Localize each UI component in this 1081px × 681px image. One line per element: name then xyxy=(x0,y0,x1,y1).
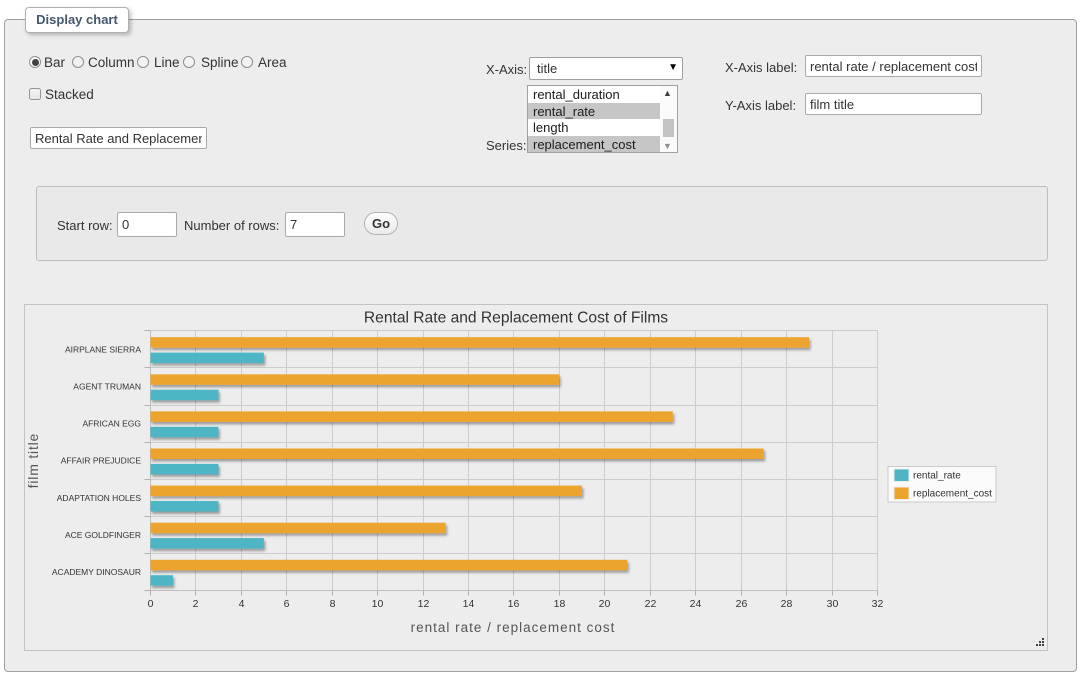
svg-text:8: 8 xyxy=(330,598,336,610)
svg-text:32: 32 xyxy=(872,598,884,610)
svg-text:16: 16 xyxy=(508,598,520,610)
svg-text:12: 12 xyxy=(418,598,430,610)
svg-text:30: 30 xyxy=(827,598,839,610)
svg-text:AGENT TRUMAN: AGENT TRUMAN xyxy=(73,381,141,391)
svg-text:10: 10 xyxy=(372,598,384,610)
svg-text:0: 0 xyxy=(148,598,154,610)
svg-text:AIRPLANE SIERRA: AIRPLANE SIERRA xyxy=(65,344,141,354)
svg-text:film title: film title xyxy=(25,433,41,488)
svg-text:AFFAIR PREJUDICE: AFFAIR PREJUDICE xyxy=(61,456,142,466)
svg-text:4: 4 xyxy=(239,598,245,610)
svg-text:22: 22 xyxy=(645,598,657,610)
svg-text:6: 6 xyxy=(284,598,290,610)
svg-text:rental_rate: rental_rate xyxy=(913,471,961,482)
svg-text:14: 14 xyxy=(463,598,475,610)
svg-text:ADAPTATION HOLES: ADAPTATION HOLES xyxy=(57,493,142,503)
svg-text:2: 2 xyxy=(193,598,199,610)
svg-text:ACE GOLDFINGER: ACE GOLDFINGER xyxy=(65,530,141,540)
svg-text:replacement_cost: replacement_cost xyxy=(913,489,992,500)
svg-text:18: 18 xyxy=(554,598,566,610)
svg-text:ACADEMY DINOSAUR: ACADEMY DINOSAUR xyxy=(52,567,141,577)
svg-text:Rental Rate and Replacement Co: Rental Rate and Replacement Cost of Film… xyxy=(364,310,668,327)
svg-text:24: 24 xyxy=(690,598,702,610)
svg-text:28: 28 xyxy=(781,598,793,610)
svg-text:AFRICAN EGG: AFRICAN EGG xyxy=(82,419,141,429)
svg-text:20: 20 xyxy=(599,598,611,610)
svg-text:rental rate / replacement cost: rental rate / replacement cost xyxy=(411,620,616,635)
svg-text:26: 26 xyxy=(736,598,748,610)
